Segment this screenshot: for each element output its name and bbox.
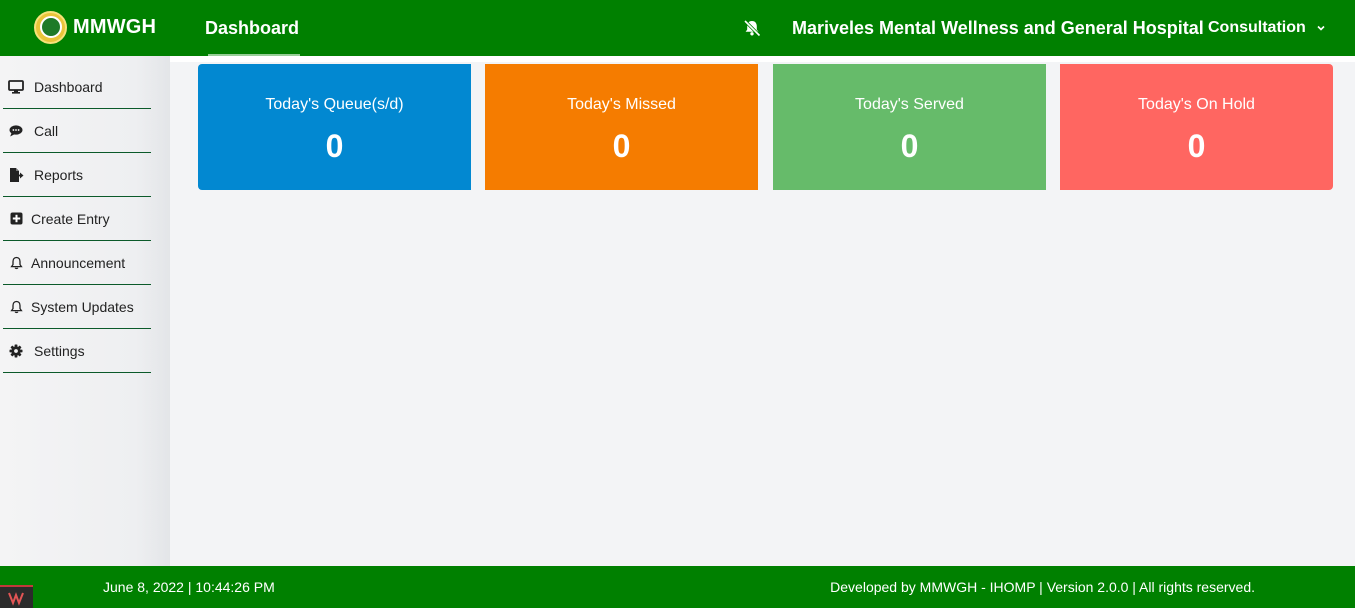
chevron-down-icon	[1317, 25, 1325, 31]
sidebar-item-label: Announcement	[31, 254, 126, 271]
sidebar-item-label: Create Entry	[31, 210, 110, 227]
card-value: 0	[612, 128, 631, 164]
card-title: Today's Missed	[567, 96, 676, 113]
bell-icon	[4, 300, 28, 314]
file-export-icon	[4, 167, 28, 183]
plus-square-icon	[4, 212, 28, 225]
card-todays-missed[interactable]: Today's Missed 0	[485, 64, 758, 190]
card-title: Today's Queue(s/d)	[265, 96, 404, 113]
monitor-icon	[4, 79, 28, 94]
top-navbar: MMWGH Dashboard Mariveles Mental Wellnes…	[0, 0, 1355, 56]
card-value: 0	[1187, 128, 1206, 164]
stat-cards: Today's Queue(s/d) 0 Today's Missed 0 To…	[198, 64, 1333, 190]
card-title: Today's Served	[855, 96, 964, 113]
nav-dashboard-link[interactable]: Dashboard	[202, 0, 302, 56]
sidebar-item-system-updates[interactable]: System Updates	[3, 285, 151, 329]
sidebar: Dashboard Call Reports Create Entry Anno…	[0, 56, 170, 566]
department-dropdown[interactable]: Consultation	[1208, 0, 1326, 56]
card-todays-queue[interactable]: Today's Queue(s/d) 0	[198, 64, 471, 190]
sidebar-item-label: Call	[34, 122, 59, 139]
footer-credit: Developed by MMWGH - IHOMP | Version 2.0…	[830, 579, 1255, 595]
brand[interactable]: MMWGH	[34, 10, 156, 44]
taskbar-app-icon[interactable]	[0, 585, 33, 608]
speech-bubble-icon	[4, 124, 28, 137]
footer: June 8, 2022 | 10:44:26 PM Developed by …	[0, 566, 1355, 608]
sidebar-item-label: Dashboard	[34, 78, 103, 95]
gear-icon	[4, 344, 28, 358]
brand-name: MMWGH	[73, 15, 157, 38]
hospital-logo-icon	[34, 10, 67, 44]
sidebar-item-dashboard[interactable]: Dashboard	[3, 65, 151, 109]
sidebar-item-label: Settings	[34, 342, 85, 359]
header-underline	[170, 56, 1355, 62]
bell-slash-icon	[743, 19, 761, 37]
footer-datetime: June 8, 2022 | 10:44:26 PM	[103, 579, 275, 595]
sidebar-item-call[interactable]: Call	[3, 109, 151, 153]
sidebar-item-settings[interactable]: Settings	[3, 329, 151, 373]
department-label: Consultation	[1208, 19, 1306, 36]
sidebar-item-reports[interactable]: Reports	[3, 153, 151, 197]
hospital-name: Mariveles Mental Wellness and General Ho…	[792, 17, 1204, 38]
bell-icon	[4, 256, 28, 270]
sidebar-item-label: Reports	[34, 166, 84, 183]
card-title: Today's On Hold	[1138, 96, 1255, 113]
card-todays-served[interactable]: Today's Served 0	[773, 64, 1046, 190]
sidebar-item-label: System Updates	[31, 298, 134, 315]
card-todays-on-hold[interactable]: Today's On Hold 0	[1060, 64, 1333, 190]
app-logo-icon	[7, 591, 24, 606]
sidebar-item-create-entry[interactable]: Create Entry	[3, 197, 151, 241]
card-value: 0	[325, 128, 344, 164]
notifications-muted-button[interactable]	[740, 16, 764, 40]
card-value: 0	[900, 128, 919, 164]
sidebar-item-announcement[interactable]: Announcement	[3, 241, 151, 285]
